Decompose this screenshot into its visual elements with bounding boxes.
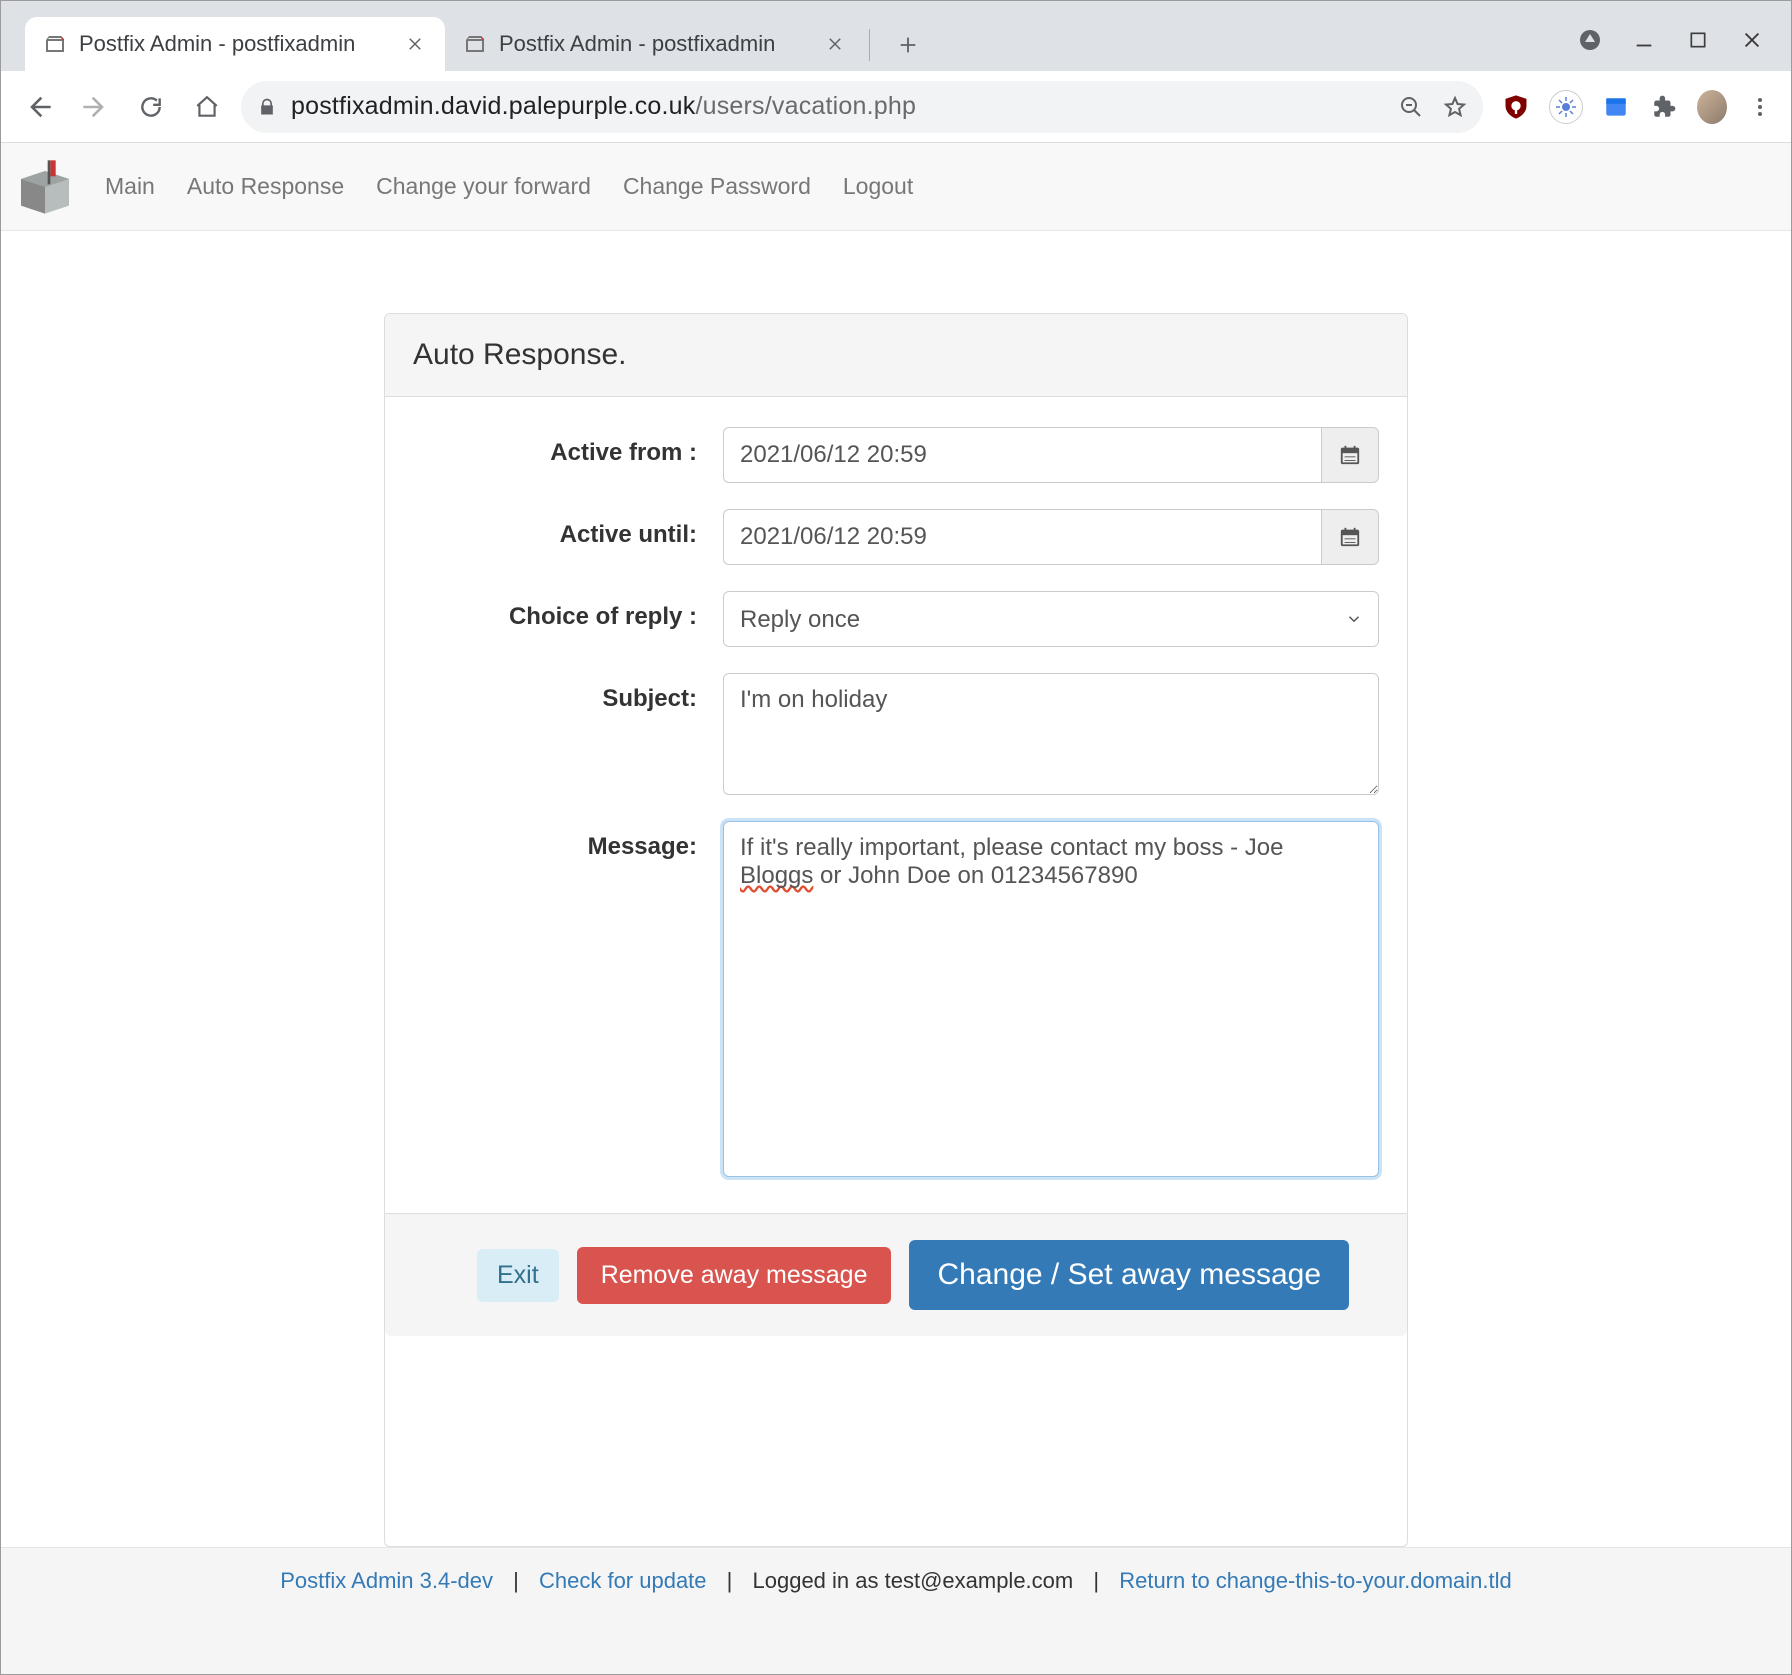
select-choice-of-reply[interactable]: Reply once [723,591,1379,647]
browser-tab-active[interactable]: Postfix Admin - postfixadmin [25,17,445,71]
datepicker-button[interactable] [1321,509,1379,565]
footer-return-link[interactable]: Return to change-this-to-your.domain.tld [1119,1568,1512,1593]
extensions-menu-icon[interactable] [1649,92,1679,122]
nav-link-auto-response[interactable]: Auto Response [179,173,352,200]
profile-avatar[interactable] [1697,92,1727,122]
nav-link-change-password[interactable]: Change Password [615,173,819,200]
label-choice-of-reply: Choice of reply : [413,591,723,647]
message-text-suffix: or John Doe on 01234567890 [813,862,1137,889]
browser-titlebar: Postfix Admin - postfixadmin Postfix Adm… [1,1,1791,71]
datepicker-button[interactable] [1321,427,1379,483]
nav-link-logout[interactable]: Logout [835,173,921,200]
favicon-icon [43,32,67,56]
app-navbar: Main Auto Response Change your forward C… [1,143,1791,231]
url-host: postfixadmin.david.palepurple.co.uk [291,92,695,120]
window-close-icon[interactable] [1739,27,1765,53]
bookmark-star-icon[interactable] [1443,95,1467,119]
nav-back-icon[interactable] [17,85,61,129]
nav-home-icon[interactable] [185,85,229,129]
browser-toolbar: postfixadmin.david.palepurple.co.uk/user… [1,71,1791,143]
textarea-subject[interactable]: I'm on holiday [723,673,1379,795]
chrome-account-icon[interactable] [1577,27,1603,53]
label-message: Message: [413,821,723,1177]
url-text: postfixadmin.david.palepurple.co.uk/user… [291,92,916,121]
nav-forward-icon [73,85,117,129]
submit-away-message-button[interactable]: Change / Set away message [909,1240,1349,1310]
zoom-icon[interactable] [1399,95,1423,119]
page-footer: Postfix Admin 3.4-dev | Check for update… [1,1547,1791,1674]
footer-logged-in: Logged in as test@example.com [753,1568,1074,1593]
input-active-until[interactable] [723,509,1321,565]
remove-away-message-button[interactable]: Remove away message [577,1247,892,1304]
address-bar[interactable]: postfixadmin.david.palepurple.co.uk/user… [241,81,1483,133]
label-active-from: Active from : [413,427,723,483]
calendar-icon [1339,526,1361,548]
footer-separator: | [513,1568,519,1593]
footer-check-update-link[interactable]: Check for update [539,1568,707,1593]
calendar-icon [1339,444,1361,466]
label-active-until: Active until: [413,509,723,565]
tab-title: Postfix Admin - postfixadmin [499,31,811,57]
tab-close-icon[interactable] [403,32,427,56]
nav-link-change-forward[interactable]: Change your forward [368,173,599,200]
footer-separator: | [727,1568,733,1593]
panel-footer: Exit Remove away message Change / Set aw… [385,1213,1407,1336]
panel-heading: Auto Response. [385,314,1407,397]
app-logo-icon [9,151,81,223]
browser-tab[interactable]: Postfix Admin - postfixadmin [445,17,865,71]
footer-separator: | [1093,1568,1099,1593]
tab-title: Postfix Admin - postfixadmin [79,31,391,57]
tab-close-icon[interactable] [823,32,847,56]
nav-reload-icon[interactable] [129,85,173,129]
browser-menu-icon[interactable] [1745,92,1775,122]
ublock-extension-icon[interactable] [1501,92,1531,122]
exit-button[interactable]: Exit [477,1249,559,1302]
extension-icon[interactable] [1601,92,1631,122]
nav-link-main[interactable]: Main [97,173,163,200]
auto-response-panel: Auto Response. Active from : [384,313,1408,1547]
extension-icon[interactable] [1549,90,1583,124]
lock-icon [257,97,277,117]
favicon-icon [463,32,487,56]
tab-separator [869,29,870,61]
textarea-message[interactable]: If it's really important, please contact… [723,821,1379,1177]
window-maximize-icon[interactable] [1685,27,1711,53]
message-text-spellword: Bloggs [740,862,813,889]
label-subject: Subject: [413,673,723,795]
input-active-from[interactable] [723,427,1321,483]
panel-title: Auto Response. [413,338,1379,372]
window-minimize-icon[interactable] [1631,27,1657,53]
url-path: /users/vacation.php [695,92,916,120]
new-tab-button[interactable] [886,23,930,67]
footer-version-link[interactable]: Postfix Admin 3.4-dev [280,1568,493,1593]
message-text-prefix: If it's really important, please contact… [740,834,1283,861]
